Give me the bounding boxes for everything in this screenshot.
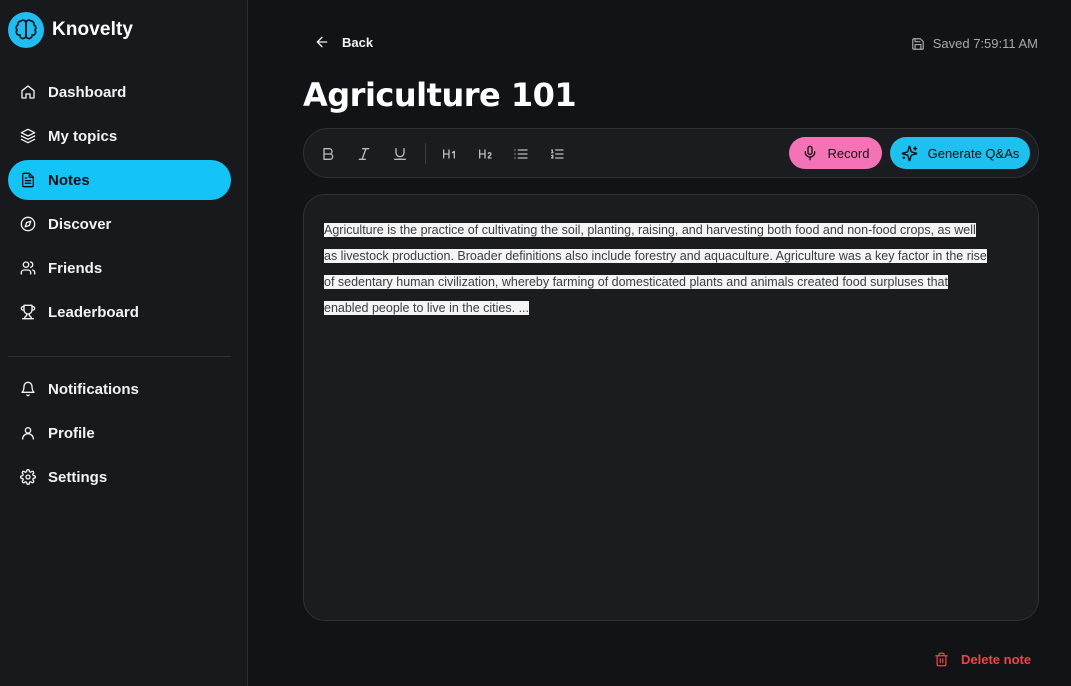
note-line: enabled people to live in the cities. ..… — [324, 301, 529, 315]
save-status-text: Saved 7:59:11 AM — [932, 36, 1038, 51]
bell-icon — [20, 381, 36, 397]
sidebar-item-profile[interactable]: Profile — [8, 413, 231, 453]
trophy-icon — [20, 304, 36, 320]
sidebar-divider — [8, 356, 231, 357]
sidebar-nav: Dashboard My topics Notes Discover Frien… — [8, 72, 231, 336]
sidebar-item-notes[interactable]: Notes — [8, 160, 231, 200]
user-icon — [20, 425, 36, 441]
delete-note-button[interactable]: Delete note — [934, 652, 1031, 667]
brand-name: Knovelty — [52, 19, 134, 40]
bullet-list-icon — [514, 149, 528, 159]
record-label: Record — [827, 145, 870, 161]
save-status: Saved 7:59:11 AM — [911, 36, 1038, 51]
underline-button[interactable] — [388, 142, 412, 166]
microphone-icon — [804, 145, 815, 161]
sidebar-item-label: Discover — [48, 215, 112, 233]
generate-label: Generate Q&As — [927, 145, 1020, 161]
home-icon — [20, 84, 36, 100]
sparkles-icon — [901, 145, 917, 161]
heading2-icon — [479, 149, 492, 159]
users-icon — [20, 260, 36, 276]
bold-button[interactable] — [316, 142, 340, 166]
sidebar-item-label: Leaderboard — [48, 303, 139, 321]
delete-label: Delete note — [961, 652, 1032, 667]
sidebar-item-my-topics[interactable]: My topics — [8, 116, 231, 156]
sidebar-item-label: Dashboard — [48, 83, 127, 101]
bold-icon — [323, 148, 334, 160]
document-icon — [20, 172, 36, 188]
arrow-left-icon — [316, 36, 328, 48]
save-icon — [911, 37, 924, 50]
toolbar-divider — [425, 143, 426, 164]
heading1-button[interactable] — [437, 142, 461, 166]
trash-icon — [935, 652, 948, 667]
heading2-button[interactable] — [473, 142, 497, 166]
sidebar: Knovelty Dashboard My topics Notes Disco… — [0, 0, 248, 686]
italic-button[interactable] — [352, 142, 376, 166]
note-line: as livestock production. Broader definit… — [324, 249, 987, 263]
brand[interactable]: Knovelty — [8, 12, 133, 48]
sidebar-secondary-nav: Notifications Profile Settings — [8, 369, 231, 501]
layers-icon — [20, 128, 36, 144]
brain-icon — [8, 12, 44, 48]
sidebar-item-label: Settings — [48, 468, 108, 486]
bullet-list-button[interactable] — [509, 142, 533, 166]
gear-icon — [20, 469, 36, 485]
note-editor[interactable]: Agriculture is the practice of cultivati… — [303, 194, 1039, 621]
sidebar-item-label: Friends — [48, 259, 103, 277]
note-line: Agriculture is the practice of cultivati… — [324, 223, 976, 237]
sidebar-item-label: My topics — [48, 127, 118, 145]
sidebar-item-label: Profile — [48, 424, 95, 442]
numbered-list-button[interactable] — [545, 142, 569, 166]
sidebar-item-discover[interactable]: Discover — [8, 204, 231, 244]
note-body[interactable]: Agriculture is the practice of cultivati… — [324, 217, 1020, 321]
numbered-list-icon — [551, 149, 564, 159]
sidebar-item-dashboard[interactable]: Dashboard — [8, 72, 231, 112]
sidebar-item-notifications[interactable]: Notifications — [8, 369, 231, 409]
heading1-icon — [443, 149, 455, 159]
editor-toolbar: Record Generate Q&As — [303, 128, 1039, 178]
italic-icon — [358, 148, 370, 160]
sidebar-item-leaderboard[interactable]: Leaderboard — [8, 292, 231, 332]
back-button[interactable]: Back — [314, 34, 373, 50]
back-label: Back — [342, 34, 374, 50]
underline-icon — [394, 148, 406, 160]
note-line: of sedentary human civilization, whereby… — [324, 275, 948, 289]
note-title[interactable]: Agriculture 101 — [303, 76, 577, 114]
compass-icon — [20, 216, 36, 232]
record-button[interactable]: Record — [789, 137, 882, 169]
generate-qas-button[interactable]: Generate Q&As — [890, 137, 1030, 169]
sidebar-item-label: Notes — [48, 171, 90, 189]
sidebar-item-label: Notifications — [48, 380, 139, 398]
sidebar-item-friends[interactable]: Friends — [8, 248, 231, 288]
sidebar-item-settings[interactable]: Settings — [8, 457, 231, 497]
